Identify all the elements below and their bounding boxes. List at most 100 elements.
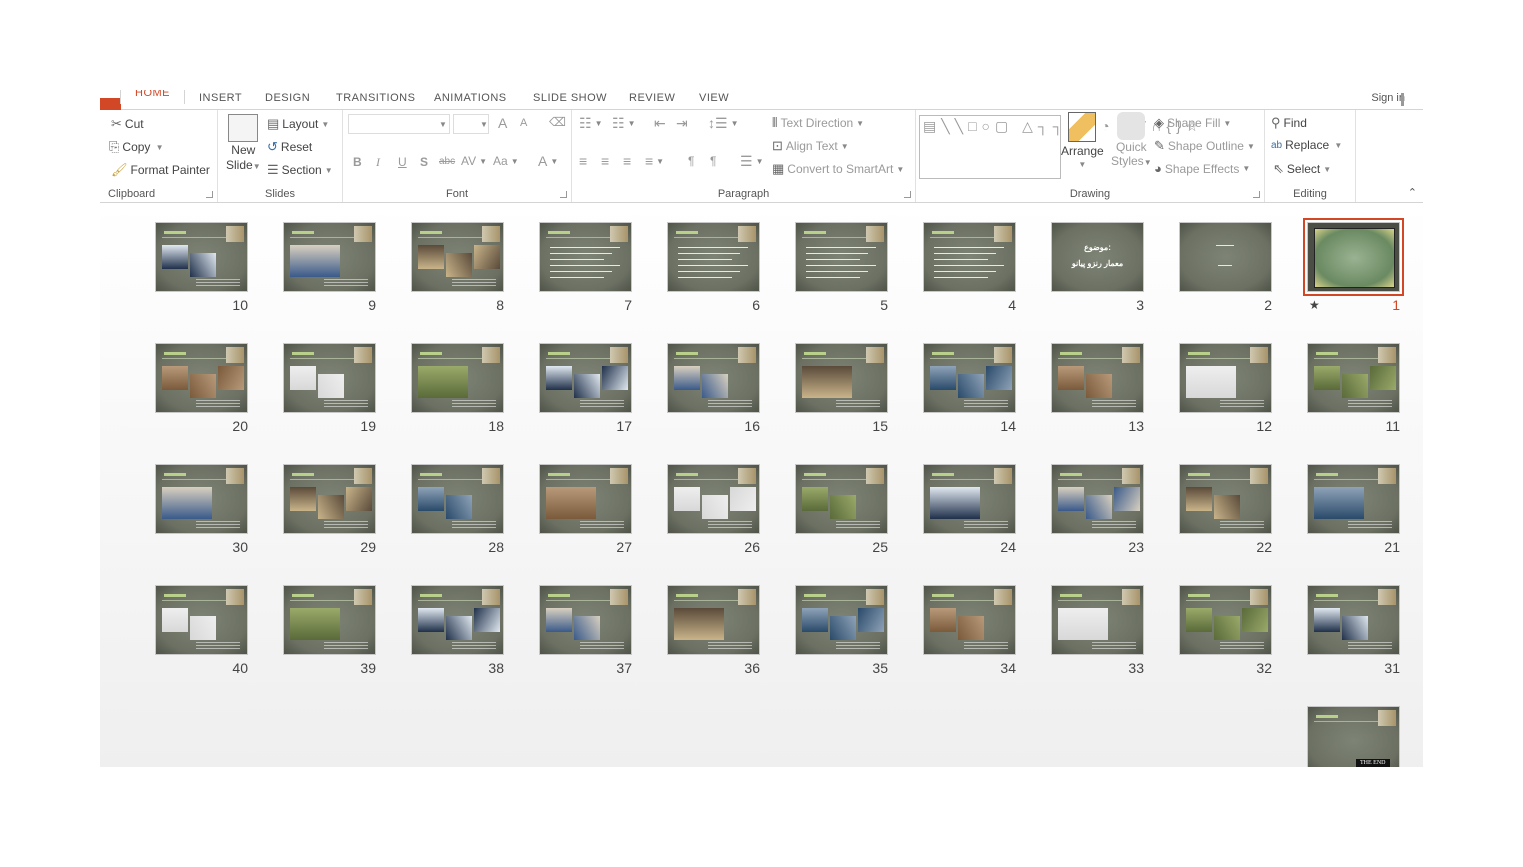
slide-thumbnail[interactable]: 1 ★	[1303, 218, 1404, 313]
font-color-button[interactable]: A ▼	[538, 153, 558, 169]
slide-thumbnail[interactable]: 9	[283, 222, 376, 313]
font-name-dropdown[interactable]: ▼	[348, 114, 450, 134]
change-case-button[interactable]: Aa ▼	[493, 154, 519, 168]
slide-thumbnail[interactable]: 30	[155, 464, 248, 555]
align-left-button[interactable]: ≡	[579, 153, 587, 169]
tab-slide-show[interactable]: SLIDE SHOW	[533, 92, 607, 104]
justify-button[interactable]: ≡ ▼	[645, 153, 664, 169]
arrange-button[interactable]: Arrange ▼	[1061, 112, 1104, 169]
decrease-indent-button[interactable]: ⇤	[654, 115, 666, 132]
slide-thumbnail[interactable]: 11	[1307, 343, 1400, 434]
increase-indent-button[interactable]: ⇥	[676, 115, 688, 132]
slide-thumbnail[interactable]: 24	[923, 464, 1016, 555]
slide-thumbnail[interactable]: 36	[667, 585, 760, 676]
italic-button[interactable]: I	[376, 155, 380, 170]
tab-design[interactable]: DESIGN	[265, 92, 310, 104]
collapse-ribbon-button[interactable]: ⌃	[1408, 186, 1417, 199]
shape-outline-button[interactable]: ✎ Shape Outline ▼	[1154, 138, 1255, 154]
shape-fill-button[interactable]: ◈ Shape Fill ▼	[1154, 115, 1231, 131]
tab-animations[interactable]: ANIMATIONS	[434, 92, 507, 104]
reset-button[interactable]: ↺ Reset	[267, 139, 312, 155]
transition-star-icon[interactable]: ★	[1309, 298, 1320, 312]
grow-font-button[interactable]: A	[498, 115, 507, 131]
slide-thumbnail[interactable]: 34	[923, 585, 1016, 676]
slide-thumbnail[interactable]: 35	[795, 585, 888, 676]
file-tab[interactable]	[100, 98, 121, 110]
character-spacing-button[interactable]: AV ▼	[461, 154, 487, 168]
tab-view[interactable]: VIEW	[699, 92, 729, 104]
shapes-gallery[interactable]: ▤╲╲□○▢ △┐┐⇨⇩◔ ∫⌒∩{}☆	[919, 115, 1198, 179]
shrink-font-button[interactable]: A	[520, 117, 527, 129]
tab-insert[interactable]: INSERT	[199, 92, 242, 104]
align-text-button[interactable]: ⊡ Align Text ▼	[772, 138, 849, 154]
slide-thumbnail[interactable]: 17	[539, 343, 632, 434]
font-launcher-button[interactable]	[560, 191, 567, 198]
section-button[interactable]: ☰ Section ▼	[267, 162, 333, 178]
slide-thumbnail[interactable]: 5	[795, 222, 888, 313]
columns-button[interactable]: ☰ ▼	[740, 153, 763, 170]
text-direction-button[interactable]: ⫴ Text Direction ▼	[772, 115, 864, 131]
sign-in-link[interactable]: Sign in	[1371, 92, 1405, 104]
new-slide-button[interactable]: New Slide▼	[226, 114, 261, 172]
align-right-button[interactable]: ≡	[623, 153, 631, 169]
tab-transitions[interactable]: TRANSITIONS	[336, 92, 415, 104]
slide-thumbnail[interactable]: 21	[1307, 464, 1400, 555]
tab-home[interactable]: HOME	[120, 90, 185, 104]
slide-thumbnail[interactable]: 28	[411, 464, 504, 555]
clear-formatting-icon[interactable]: ⌫	[549, 115, 566, 129]
slide-thumbnail[interactable]: 8	[411, 222, 504, 313]
slide-thumbnail[interactable]: 2	[1179, 222, 1272, 313]
strikethrough-button[interactable]: abc	[439, 156, 455, 167]
slide-thumbnail[interactable]: 31	[1307, 585, 1400, 676]
rtl-button[interactable]: ¶	[710, 154, 716, 168]
quick-styles-button[interactable]: Quick Styles▼	[1111, 112, 1152, 168]
shadow-button[interactable]: S	[420, 155, 428, 169]
drawing-launcher-button[interactable]	[1253, 191, 1260, 198]
slide-thumbnail[interactable]: 10	[155, 222, 248, 313]
slide-thumbnail[interactable]: 14	[923, 343, 1016, 434]
convert-smartart-button[interactable]: ▦ Convert to SmartArt ▼	[772, 161, 904, 177]
layout-button[interactable]: ▤ Layout ▼	[267, 116, 329, 132]
slide-thumbnail[interactable]: موضوع: معمار رنزو پیانو 3	[1051, 222, 1144, 313]
slide-thumbnail[interactable]: 15	[795, 343, 888, 434]
bold-button[interactable]: B	[353, 155, 362, 169]
numbering-button[interactable]: ☷ ▼	[612, 115, 635, 132]
slide-thumbnail[interactable]: 22	[1179, 464, 1272, 555]
shape-effects-button[interactable]: ◕ Shape Effects ▼	[1154, 161, 1250, 176]
slide-thumbnail[interactable]: 26	[667, 464, 760, 555]
find-button[interactable]: ⚲ Find	[1271, 115, 1307, 131]
slide-thumbnail[interactable]: 38	[411, 585, 504, 676]
slide-thumbnail[interactable]: 6	[667, 222, 760, 313]
align-center-button[interactable]: ≡	[601, 153, 609, 169]
font-size-dropdown[interactable]: ▼	[453, 114, 489, 134]
slide-thumbnail[interactable]: 23	[1051, 464, 1144, 555]
slide-thumbnail[interactable]: 29	[283, 464, 376, 555]
slide-thumbnail[interactable]: 37	[539, 585, 632, 676]
bullets-button[interactable]: ☷ ▼	[579, 115, 602, 132]
slide-thumbnail[interactable]: 25	[795, 464, 888, 555]
paragraph-launcher-button[interactable]	[904, 191, 911, 198]
cut-button[interactable]: ✂ Cut	[111, 116, 144, 132]
replace-button[interactable]: ab Replace ▼	[1271, 138, 1342, 152]
underline-button[interactable]: U	[398, 155, 407, 169]
slide-thumbnail[interactable]: 19	[283, 343, 376, 434]
select-button[interactable]: ⇖ Select ▼	[1273, 161, 1331, 177]
slide-thumbnail[interactable]: 13	[1051, 343, 1144, 434]
slide-thumbnail[interactable]: 33	[1051, 585, 1144, 676]
slide-thumbnail[interactable]: 16	[667, 343, 760, 434]
slide-thumbnail[interactable]: THE END	[1307, 706, 1400, 767]
slide-thumbnail[interactable]: 39	[283, 585, 376, 676]
slide-thumbnail[interactable]: 12	[1179, 343, 1272, 434]
clipboard-launcher-button[interactable]	[206, 191, 213, 198]
slide-thumbnail[interactable]: 27	[539, 464, 632, 555]
slide-thumbnail[interactable]: 20	[155, 343, 248, 434]
slide-thumbnail[interactable]: 18	[411, 343, 504, 434]
format-painter-button[interactable]: 🖌 Format Painter	[111, 162, 210, 178]
slide-thumbnail[interactable]: 32	[1179, 585, 1272, 676]
copy-button[interactable]: ⎘ Copy ▼	[109, 139, 164, 155]
line-spacing-button[interactable]: ↕☰ ▼	[708, 115, 738, 132]
slide-thumbnail[interactable]: 40	[155, 585, 248, 676]
slide-thumbnail[interactable]: 4	[923, 222, 1016, 313]
ltr-button[interactable]: ¶	[688, 154, 694, 168]
slide-thumbnail[interactable]: 7	[539, 222, 632, 313]
